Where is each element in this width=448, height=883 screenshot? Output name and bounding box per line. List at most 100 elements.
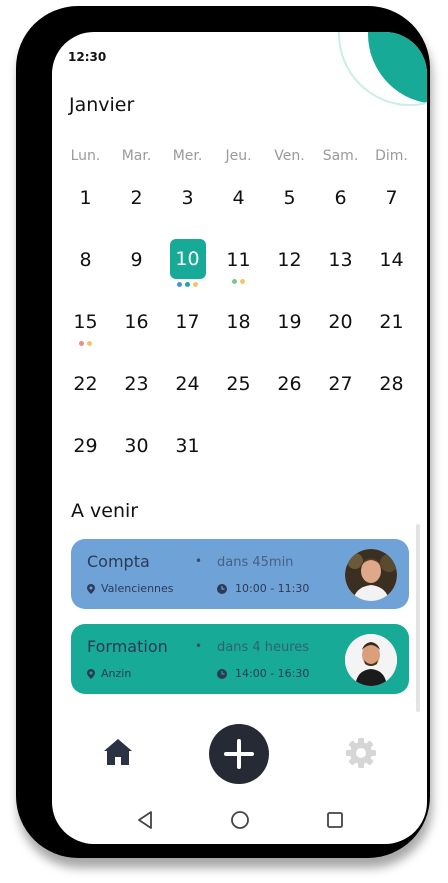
day-number: 15 — [73, 311, 98, 333]
calendar-day[interactable]: 17 — [162, 306, 213, 368]
day-number: 6 — [334, 187, 347, 209]
day-number: 22 — [73, 373, 98, 395]
event-time-label: 10:00 - 11:30 — [235, 582, 310, 595]
calendar-day[interactable]: 2 — [111, 182, 162, 244]
day-number: 19 — [277, 311, 302, 333]
event-location: Valenciennes — [87, 582, 174, 595]
calendar-day[interactable]: 26 — [264, 368, 315, 430]
calendar-day[interactable]: 4 — [213, 182, 264, 244]
calendar-day[interactable]: 28 — [366, 368, 417, 430]
event-indicator-dots — [213, 279, 264, 284]
calendar-day[interactable]: 19 — [264, 306, 315, 368]
home-circle-icon[interactable] — [230, 810, 250, 830]
calendar-day[interactable]: 29 — [60, 430, 111, 492]
day-number: 9 — [130, 249, 143, 271]
calendar-day[interactable]: 27 — [315, 368, 366, 430]
upcoming-title: A venir — [71, 500, 139, 522]
day-number: 30 — [124, 435, 149, 457]
day-number: 13 — [328, 249, 353, 271]
calendar-day[interactable]: 30 — [111, 430, 162, 492]
bottom-nav — [52, 720, 427, 790]
avatar — [345, 634, 397, 686]
event-card[interactable]: Compta • dans 45min Valenciennes 10:00 -… — [71, 539, 409, 609]
phone-frame: 12:30 Janvier Lun. Mar. Mer. Jeu. Ven. Sam. Di… — [16, 6, 430, 858]
calendar-day[interactable]: 14 — [366, 244, 417, 306]
screen: 12:30 Janvier Lun. Mar. Mer. Jeu. Ven. Sam. Di… — [52, 32, 427, 844]
day-number: 31 — [175, 435, 200, 457]
day-number: 2 — [130, 187, 143, 209]
weekday-label: Jeu. — [225, 148, 252, 164]
calendar-day[interactable]: 3 — [162, 182, 213, 244]
event-dot — [79, 341, 84, 346]
event-dot — [193, 282, 198, 287]
calendar-day[interactable]: 8 — [60, 244, 111, 306]
calendar-day[interactable]: 7 — [366, 182, 417, 244]
event-dot — [185, 282, 190, 287]
recents-icon[interactable] — [326, 811, 344, 829]
event-dot — [177, 282, 182, 287]
home-icon[interactable] — [103, 738, 133, 766]
event-dot — [232, 279, 237, 284]
weekday-label: Sam. — [322, 148, 359, 164]
event-location-label: Valenciennes — [101, 582, 174, 595]
day-number: 28 — [379, 373, 404, 395]
calendar-day[interactable]: 13 — [315, 244, 366, 306]
calendar-day[interactable]: 15 — [60, 306, 111, 368]
calendar-day[interactable]: 18 — [213, 306, 264, 368]
day-number: 8 — [79, 249, 92, 271]
add-button[interactable] — [209, 724, 269, 784]
event-indicator-dots — [162, 282, 213, 287]
day-number: 27 — [328, 373, 353, 395]
event-time-label: 14:00 - 16:30 — [235, 667, 310, 680]
calendar-day[interactable]: 22 — [60, 368, 111, 430]
calendar-day[interactable]: 31 — [162, 430, 213, 492]
day-number: 17 — [175, 311, 200, 333]
event-separator: • — [195, 554, 203, 568]
status-time: 12:30 — [68, 50, 107, 64]
day-number: 5 — [283, 187, 296, 209]
calendar-day[interactable]: 23 — [111, 368, 162, 430]
event-location-label: Anzin — [101, 667, 132, 680]
event-relative-time: dans 4 heures — [217, 640, 310, 655]
calendar-day[interactable]: 1 — [60, 182, 111, 244]
gear-icon[interactable] — [345, 737, 377, 769]
calendar-day[interactable]: 12 — [264, 244, 315, 306]
day-number: 4 — [232, 187, 245, 209]
calendar-day[interactable]: 11 — [213, 244, 264, 306]
day-number: 24 — [175, 373, 200, 395]
back-icon[interactable] — [136, 810, 154, 830]
event-separator: • — [195, 639, 203, 653]
weekday-header: Lun. Mar. Mer. Jeu. Ven. Sam. Dim. — [60, 148, 417, 164]
event-indicator-dots — [60, 341, 111, 346]
event-time: 14:00 - 16:30 — [217, 667, 309, 680]
weekday-label: Mer. — [172, 148, 203, 164]
event-card[interactable]: Formation • dans 4 heures Anzin 14:00 - … — [71, 624, 409, 694]
calendar-day[interactable]: 21 — [366, 306, 417, 368]
event-dot — [87, 341, 92, 346]
calendar-day[interactable]: 24 — [162, 368, 213, 430]
calendar-day[interactable]: 16 — [111, 306, 162, 368]
calendar-day[interactable]: 9 — [111, 244, 162, 306]
day-number: 21 — [379, 311, 404, 333]
calendar-day-selected[interactable]: 10 — [162, 239, 213, 306]
day-number: 12 — [277, 249, 302, 271]
day-number: 1 — [79, 187, 92, 209]
calendar-day[interactable]: 5 — [264, 182, 315, 244]
scrollbar[interactable] — [416, 524, 420, 712]
weekday-label: Mar. — [121, 148, 152, 164]
day-number: 10 — [169, 239, 206, 279]
day-number: 26 — [277, 373, 302, 395]
day-number: 3 — [181, 187, 194, 209]
event-relative-time: dans 45min — [217, 555, 294, 570]
event-dot — [240, 279, 245, 284]
event-title: Compta — [87, 552, 150, 571]
event-title: Formation — [87, 637, 168, 656]
calendar-day[interactable]: 25 — [213, 368, 264, 430]
calendar-day[interactable]: 20 — [315, 306, 366, 368]
calendar-day[interactable]: 6 — [315, 182, 366, 244]
day-number: 14 — [379, 249, 404, 271]
location-pin-icon — [87, 583, 95, 594]
weekday-label: Dim. — [375, 148, 408, 164]
clock-icon — [217, 668, 227, 679]
event-location: Anzin — [87, 667, 131, 680]
